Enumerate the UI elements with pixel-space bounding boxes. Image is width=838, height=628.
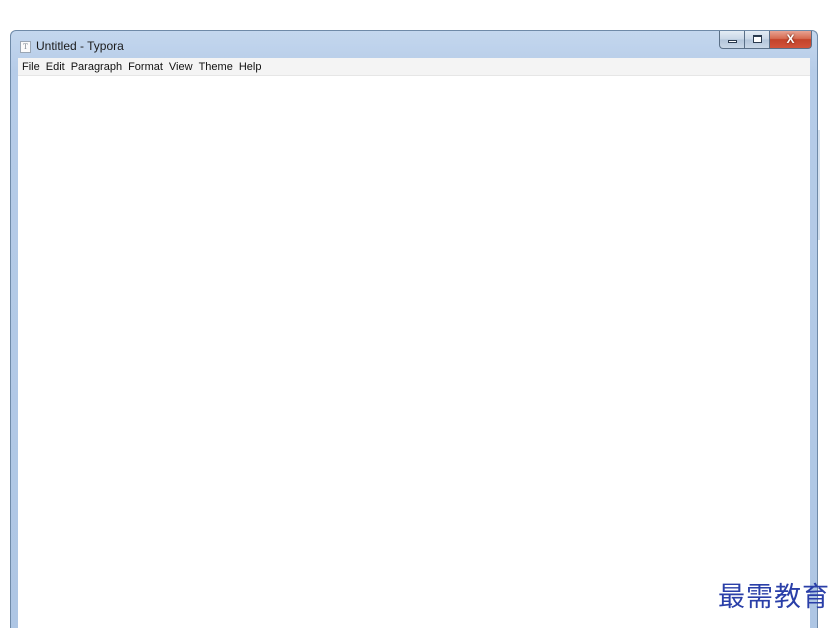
minimize-button[interactable] [719, 31, 745, 49]
menu-bar: File Edit Paragraph Format View Theme He… [18, 58, 810, 76]
title-bar[interactable]: T Untitled - Typora X [11, 31, 817, 59]
menu-view[interactable]: View [169, 58, 197, 76]
close-button[interactable]: X [770, 31, 812, 49]
editor-area[interactable] [18, 76, 810, 628]
menu-help[interactable]: Help [239, 58, 266, 76]
window-edge-highlight [818, 130, 820, 240]
watermark-text: 最需教育 [718, 582, 830, 613]
app-window: T Untitled - Typora X File Edit Paragrap… [10, 30, 818, 628]
minimize-icon [728, 40, 737, 43]
maximize-button[interactable] [745, 31, 770, 49]
close-icon: X [786, 32, 795, 46]
menu-format[interactable]: Format [128, 58, 167, 76]
maximize-icon [753, 35, 762, 43]
window-title: Untitled - Typora [36, 39, 124, 53]
menu-file[interactable]: File [22, 58, 44, 76]
menu-paragraph[interactable]: Paragraph [71, 58, 126, 76]
menu-edit[interactable]: Edit [46, 58, 69, 76]
menu-theme[interactable]: Theme [199, 58, 237, 76]
window-controls: X [719, 31, 812, 49]
typora-app-icon[interactable]: T [20, 41, 31, 53]
